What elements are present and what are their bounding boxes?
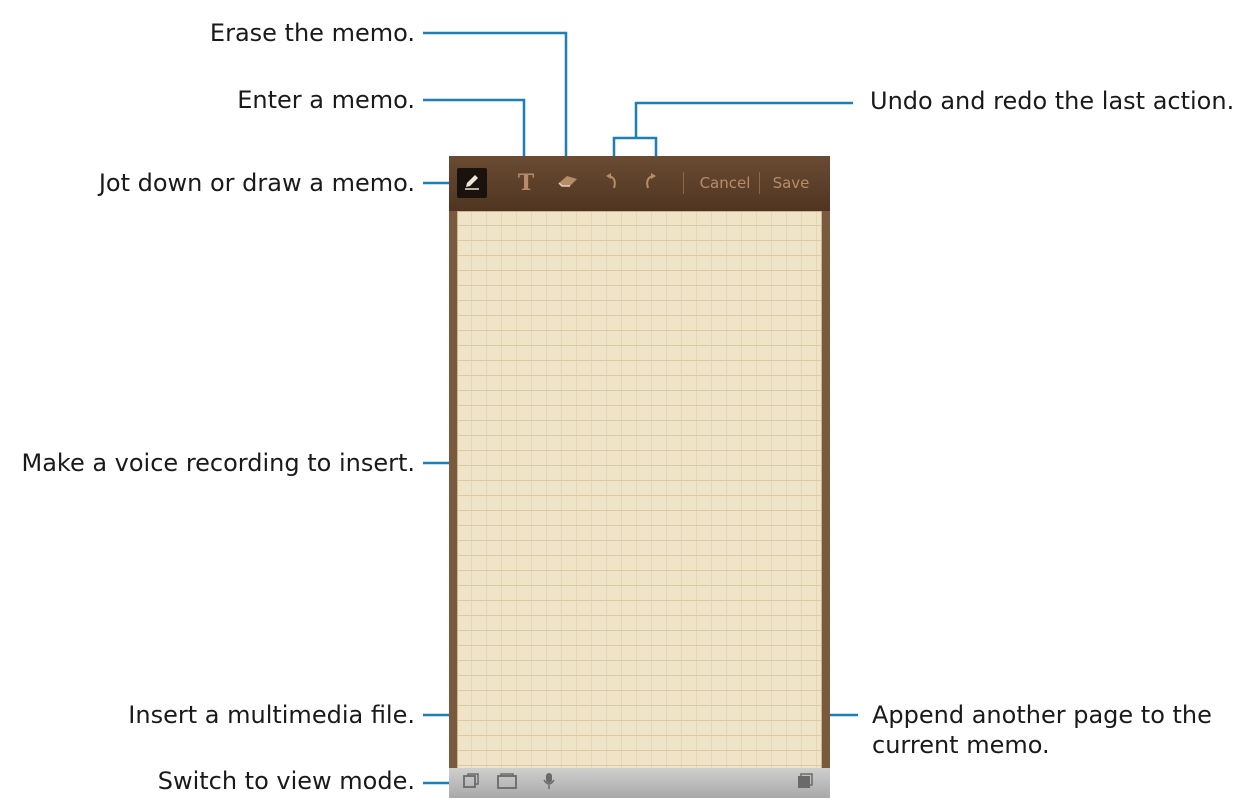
voice-record-button[interactable] xyxy=(537,772,561,794)
memo-bottom-bar xyxy=(449,768,830,798)
callout-append-line2: current memo. xyxy=(872,731,1050,759)
memo-writing-area[interactable] xyxy=(457,211,822,771)
callout-erase: Erase the memo. xyxy=(209,19,415,47)
callout-view-mode: Switch to view mode. xyxy=(157,767,415,795)
toolbar-separator xyxy=(759,172,760,194)
text-icon: T xyxy=(517,170,535,196)
callout-undo-redo: Undo and redo the last action. xyxy=(870,87,1235,115)
undo-icon xyxy=(605,172,619,195)
view-mode-button[interactable] xyxy=(459,772,483,794)
undo-button[interactable] xyxy=(603,168,621,198)
microphone-icon xyxy=(543,772,555,794)
callout-append-line1: Append another page to the xyxy=(872,701,1212,729)
pen-button[interactable] xyxy=(457,168,487,198)
callout-multimedia: Insert a multimedia file. xyxy=(128,701,415,729)
view-mode-icon xyxy=(462,773,480,793)
redo-icon xyxy=(643,172,657,195)
insert-multimedia-button[interactable] xyxy=(495,772,519,794)
redo-button[interactable] xyxy=(641,168,659,198)
callout-voice: Make a voice recording to insert. xyxy=(21,449,415,477)
append-page-button[interactable] xyxy=(793,772,817,794)
pen-icon xyxy=(463,172,481,194)
cancel-button[interactable]: Cancel xyxy=(694,168,756,198)
memo-toolbar: T Cancel Save xyxy=(449,156,830,211)
save-button[interactable]: Save xyxy=(763,168,819,198)
text-button[interactable]: T xyxy=(515,168,537,198)
eraser-button[interactable] xyxy=(555,168,581,198)
callout-enter: Enter a memo. xyxy=(237,86,415,114)
multimedia-icon xyxy=(497,773,517,793)
callout-append: Append another page to the current memo. xyxy=(872,700,1212,760)
memo-editor-screen: T Cancel Save xyxy=(449,156,830,798)
toolbar-separator xyxy=(683,172,684,194)
add-page-icon xyxy=(796,772,814,794)
callout-jot: Jot down or draw a memo. xyxy=(98,169,415,197)
eraser-icon xyxy=(557,173,579,193)
